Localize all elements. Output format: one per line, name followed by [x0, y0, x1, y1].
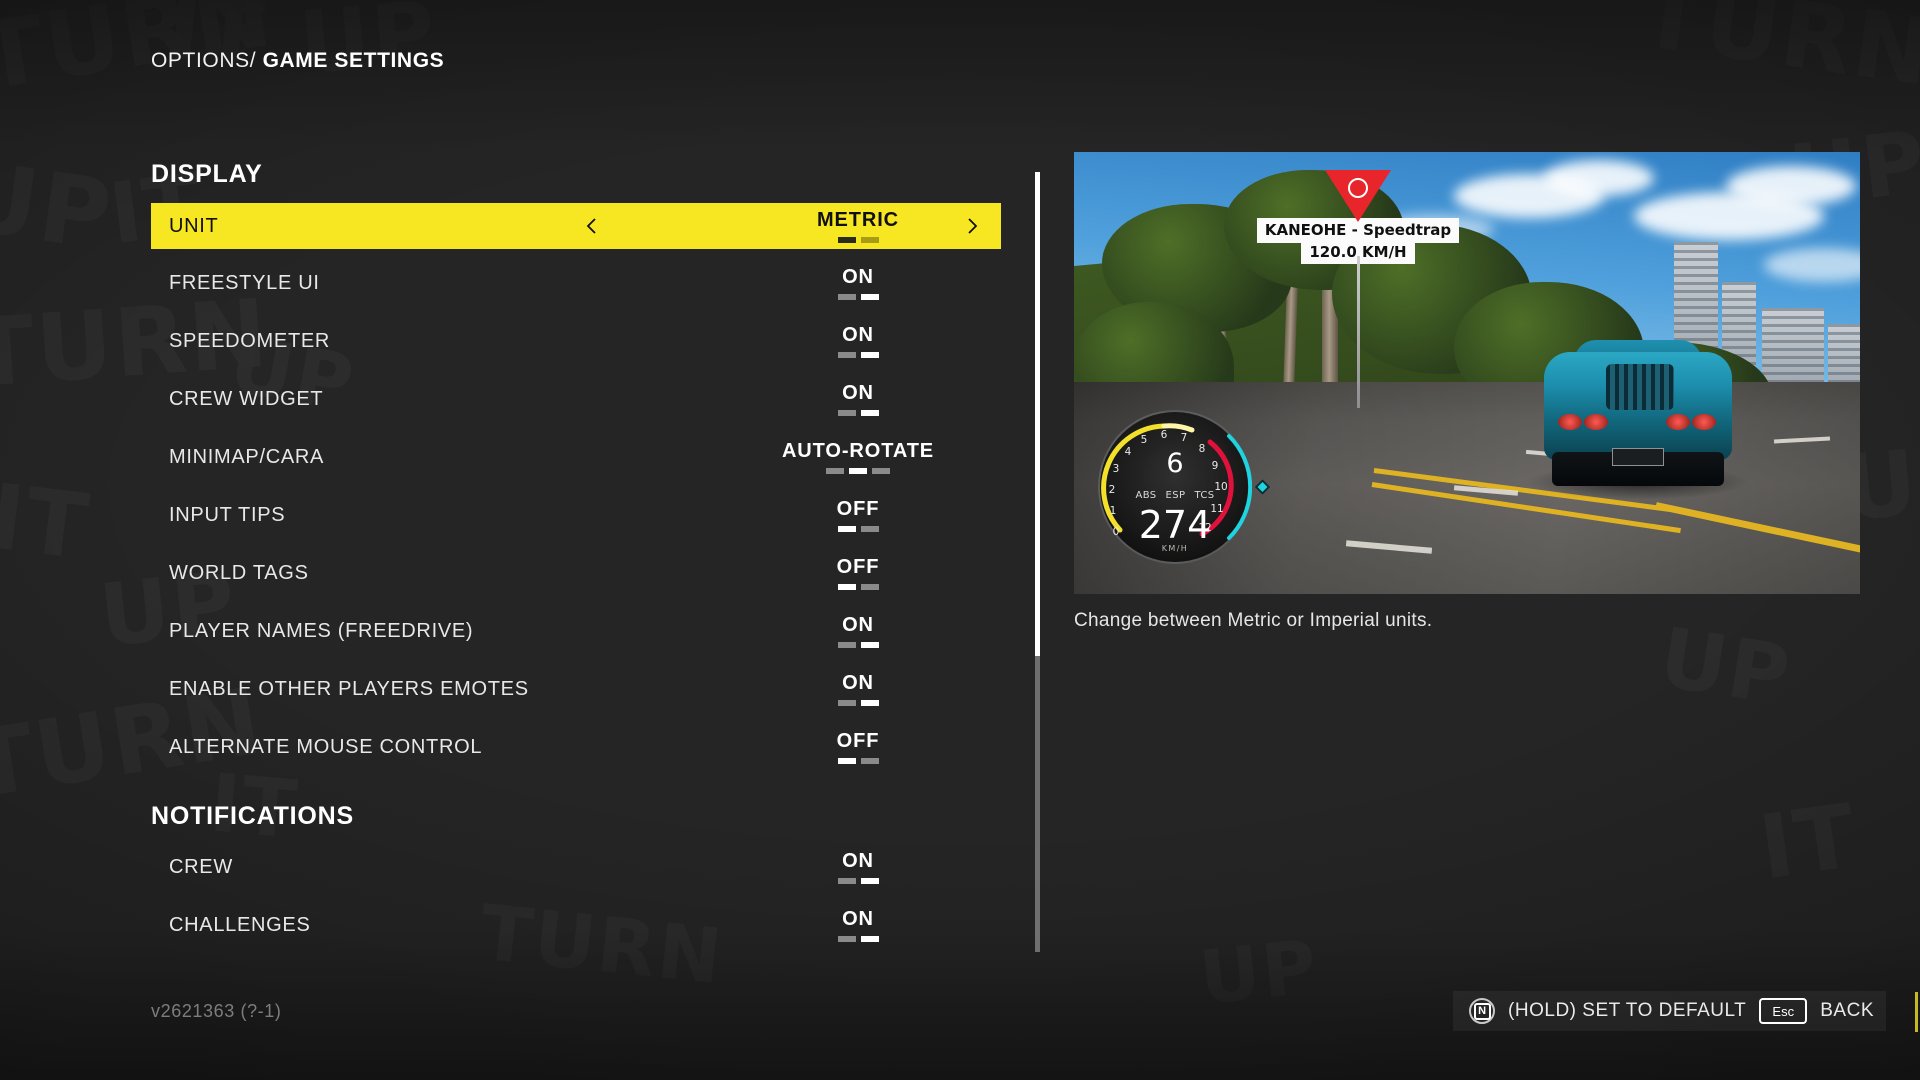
setting-row-crew-widget[interactable]: CREW WIDGET ON [151, 377, 1001, 421]
setting-label: CHALLENGES [169, 913, 311, 936]
setting-segments [837, 757, 879, 764]
setting-segments [837, 935, 879, 942]
setting-label: MINIMAP/CARA [169, 445, 325, 468]
game-settings-screen: TURN IT UP UP IT TURN UP IT UP TURN IT T… [0, 0, 1920, 1080]
preview-speedtrap-marker: KANEOHE - Speedtrap 120.0 KM/H [1256, 170, 1460, 408]
setting-segments [837, 236, 879, 243]
hud-driver-aids: ABS ESP TCS [1098, 490, 1252, 501]
setting-segments [837, 877, 879, 884]
setting-row-challenges[interactable]: CHALLENGES ON [151, 903, 1001, 947]
section-title-notifications: NOTIFICATIONS [151, 802, 354, 830]
section-title-display: DISPLAY [151, 160, 263, 188]
setting-segments [837, 293, 879, 300]
settings-scrollbar[interactable] [1035, 172, 1040, 952]
key-hint-n-icon: N [1469, 998, 1496, 1024]
setting-value: ON [842, 613, 874, 636]
setting-value: ON [842, 323, 874, 346]
hud-speed-unit: KM/H [1161, 544, 1189, 553]
setting-segments [837, 699, 879, 706]
setting-segments [837, 525, 879, 532]
setting-row-crew[interactable]: CREW ON [151, 845, 1001, 889]
preview-speedometer-hud: 0 1 2 3 4 5 6 7 8 9 10 11 12 6 ABS ESP T… [1098, 410, 1271, 564]
setting-label: SPEEDOMETER [169, 329, 331, 352]
preview-player-car [1526, 340, 1750, 500]
hud-speed-value: 274 [1138, 503, 1212, 547]
setting-row-speedometer[interactable]: SPEEDOMETER ON [151, 319, 1001, 363]
footer-action-bar: N (HOLD) SET TO DEFAULT Esc BACK [1453, 991, 1886, 1031]
setting-value: AUTO-ROTATE [781, 439, 935, 462]
setting-segments [837, 583, 879, 590]
breadcrumb-separator: / [249, 49, 257, 72]
chevron-left-icon[interactable] [581, 215, 603, 237]
setting-value: OFF [836, 555, 880, 578]
setting-value: ON [842, 849, 874, 872]
hud-aid-esp: ESP [1165, 490, 1186, 501]
scrollbar-thumb[interactable] [1035, 172, 1040, 656]
build-version: v2621363 (?-1) [151, 1001, 282, 1021]
setting-value: ON [842, 907, 874, 930]
hud-aid-abs: ABS [1135, 490, 1157, 501]
setting-value: ON [842, 265, 874, 288]
setting-value: METRIC [816, 208, 900, 231]
key-hint-esc-icon: Esc [1759, 998, 1808, 1024]
setting-label: UNIT [169, 214, 219, 237]
setting-label: FREESTYLE UI [169, 271, 320, 294]
setting-segments [837, 641, 879, 648]
setting-label: ENABLE OTHER PLAYERS EMOTES [169, 677, 529, 700]
settings-list: DISPLAY UNIT METRIC FREESTYLE UI ON SPEE… [151, 160, 1001, 950]
setting-label: ALTERNATE MOUSE CONTROL [169, 735, 483, 758]
setting-label: INPUT TIPS [169, 503, 286, 526]
marker-pole [1357, 256, 1360, 408]
setting-value: OFF [836, 497, 880, 520]
setting-label: PLAYER NAMES (FREEDRIVE) [169, 619, 474, 642]
setting-value: OFF [836, 729, 880, 752]
back-action[interactable]: BACK [1820, 1000, 1874, 1022]
setting-row-world-tags[interactable]: WORLD TAGS OFF [151, 551, 1001, 595]
setting-row-unit[interactable]: UNIT METRIC [151, 203, 1001, 249]
hud-aid-tcs: TCS [1194, 490, 1215, 501]
chevron-right-icon[interactable] [961, 215, 983, 237]
setting-row-player-names-freedrive[interactable]: PLAYER NAMES (FREEDRIVE) ON [151, 609, 1001, 653]
set-to-default-action[interactable]: (HOLD) SET TO DEFAULT [1508, 1000, 1746, 1022]
setting-label: WORLD TAGS [169, 561, 309, 584]
speedtrap-marker-icon [1325, 170, 1391, 222]
breadcrumb-current: GAME SETTINGS [262, 49, 445, 72]
setting-row-alternate-mouse-control[interactable]: ALTERNATE MOUSE CONTROL OFF [151, 725, 1001, 769]
setting-description: Change between Metric or Imperial units. [1074, 610, 1433, 631]
setting-segments [837, 409, 879, 416]
key-hint-n-label: N [1473, 1002, 1491, 1020]
setting-preview-image: KANEOHE - Speedtrap 120.0 KM/H 0 1 2 3 4… [1074, 152, 1860, 594]
setting-value: ON [842, 671, 874, 694]
footer-accent-bar [1915, 992, 1918, 1032]
setting-value: ON [842, 381, 874, 404]
setting-row-minimap-cara[interactable]: MINIMAP/CARA AUTO-ROTATE [151, 435, 1001, 479]
setting-row-enable-other-players-emotes[interactable]: ENABLE OTHER PLAYERS EMOTES ON [151, 667, 1001, 711]
hud-gear-number: 6 [1166, 448, 1184, 479]
setting-segments [826, 467, 890, 474]
setting-row-input-tips[interactable]: INPUT TIPS OFF [151, 493, 1001, 537]
breadcrumb: OPTIONS/ GAME SETTINGS [151, 49, 444, 73]
setting-label: CREW [169, 855, 233, 878]
setting-segments [837, 351, 879, 358]
setting-row-freestyle-ui[interactable]: FREESTYLE UI ON [151, 261, 1001, 305]
setting-label: CREW WIDGET [169, 387, 324, 410]
breadcrumb-parent[interactable]: OPTIONS [151, 49, 250, 72]
